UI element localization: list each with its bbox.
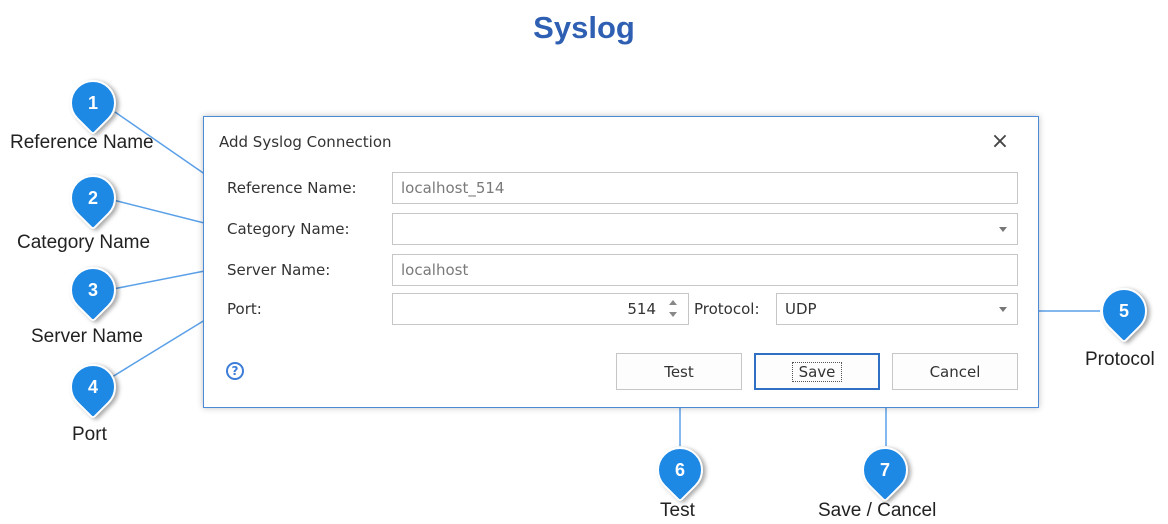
- callout-number: 7: [879, 460, 890, 480]
- callout-badge-3: 3: [60, 257, 126, 323]
- help-icon[interactable]: ?: [226, 362, 244, 380]
- callout-label-protocol: Protocol: [1085, 349, 1155, 370]
- callout-badge-7: 7: [852, 437, 918, 503]
- category-name-dropdown[interactable]: [392, 213, 1018, 245]
- reference-name-input[interactable]: localhost_514: [392, 172, 1018, 204]
- callout-badge-2: 2: [60, 165, 126, 231]
- callout-label-category-name: Category Name: [17, 232, 151, 253]
- callout-label-port: Port: [72, 424, 107, 445]
- port-value: 514: [627, 300, 656, 318]
- close-icon[interactable]: ×: [986, 129, 1014, 155]
- callout-badge-4: 4: [60, 354, 126, 420]
- save-button-label: Save: [791, 361, 843, 382]
- callout-badge-5: 5: [1091, 278, 1157, 344]
- callout-label-reference-name: Reference Name: [10, 132, 154, 153]
- test-button[interactable]: Test: [616, 353, 742, 390]
- callout-number: 3: [87, 280, 98, 300]
- port-stepper[interactable]: 514: [392, 293, 689, 325]
- callout-number: 4: [87, 377, 98, 397]
- chevron-down-icon: [999, 307, 1007, 312]
- test-button-label: Test: [664, 362, 694, 381]
- callout-badge-6: 6: [647, 437, 713, 503]
- protocol-value: UDP: [785, 300, 817, 318]
- callout-badge-1: 1: [60, 70, 126, 136]
- add-syslog-connection-dialog: Add Syslog Connection × Reference Name: …: [203, 116, 1039, 408]
- callout-number: 5: [1118, 301, 1129, 321]
- save-button[interactable]: Save: [754, 353, 880, 390]
- server-name-input[interactable]: localhost: [392, 254, 1018, 286]
- callout-number: 1: [87, 93, 98, 113]
- port-spinner[interactable]: [666, 298, 680, 320]
- category-name-label: Category Name:: [227, 220, 350, 238]
- callout-number: 2: [87, 188, 98, 208]
- chevron-down-icon: [999, 227, 1007, 232]
- callout-label-server-name: Server Name: [31, 326, 143, 347]
- callout-label-save-cancel: Save / Cancel: [818, 500, 937, 521]
- chevron-up-icon[interactable]: [669, 300, 677, 305]
- port-label: Port:: [227, 300, 262, 318]
- page-title: Syslog: [533, 10, 635, 45]
- cancel-button[interactable]: Cancel: [892, 353, 1018, 390]
- cancel-button-label: Cancel: [929, 362, 981, 381]
- reference-name-label: Reference Name:: [227, 179, 357, 197]
- callout-number: 6: [674, 460, 685, 480]
- chevron-down-icon[interactable]: [669, 312, 677, 317]
- protocol-label: Protocol:: [694, 300, 760, 318]
- dialog-title: Add Syslog Connection: [219, 133, 392, 151]
- server-name-label: Server Name:: [227, 261, 331, 279]
- protocol-dropdown[interactable]: UDP: [776, 293, 1018, 325]
- callout-label-test: Test: [660, 500, 695, 521]
